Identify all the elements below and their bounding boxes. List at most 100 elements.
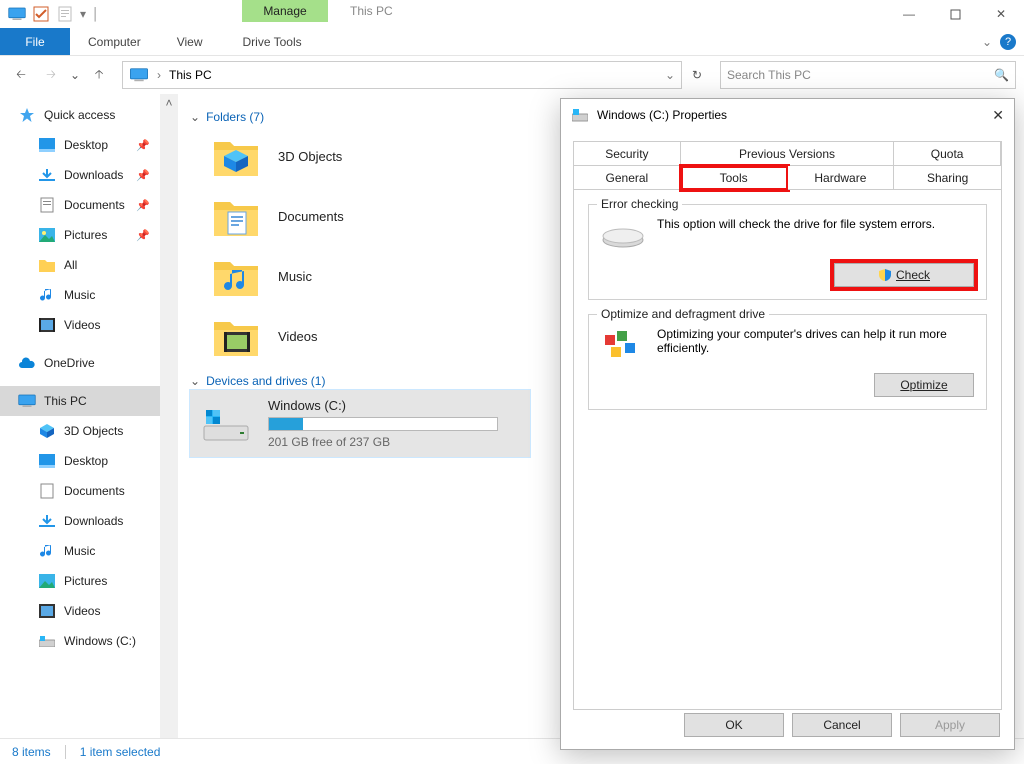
recent-locations-dropdown[interactable]: ⌄ <box>68 62 82 88</box>
scroll-up-icon[interactable]: ˄ <box>160 94 178 112</box>
pictures-icon <box>38 226 56 244</box>
checkbox-checked-icon[interactable] <box>32 5 50 23</box>
tab-security[interactable]: Security <box>574 142 681 166</box>
up-button[interactable]: 🡡 <box>86 62 112 88</box>
group-legend: Error checking <box>597 197 682 211</box>
ribbon-collapse-icon[interactable]: ⌄ <box>982 35 992 49</box>
group-legend: Optimize and defragment drive <box>597 307 769 321</box>
contextual-tab-manage[interactable]: Manage <box>242 0 328 22</box>
drive-item-windows-c[interactable]: Windows (C:) 201 GB free of 237 GB <box>190 390 530 457</box>
dialog-tabs: Security Previous Versions Quota General… <box>573 141 1002 190</box>
file-tab[interactable]: File <box>0 28 70 55</box>
tab-hardware[interactable]: Hardware <box>788 166 895 190</box>
close-button[interactable]: ✕ <box>978 0 1024 28</box>
maximize-button[interactable] <box>932 0 978 28</box>
sidebar-item-pictures[interactable]: Pictures 📌 <box>0 220 160 250</box>
sidebar-item-videos-pc[interactable]: Videos <box>0 596 160 626</box>
chevron-down-icon[interactable]: ⌄ <box>190 374 200 388</box>
desktop-icon <box>38 136 56 154</box>
pc-icon <box>129 68 149 82</box>
sidebar-item-desktop-pc[interactable]: Desktop <box>0 446 160 476</box>
pin-icon: 📌 <box>136 169 150 182</box>
cancel-button[interactable]: Cancel <box>792 713 892 737</box>
close-icon[interactable]: ✕ <box>992 107 1004 124</box>
status-count: 8 items <box>12 745 51 759</box>
sidebar-item-onedrive[interactable]: OneDrive <box>0 348 160 378</box>
address-bar[interactable]: › This PC ⌄ <box>122 61 682 89</box>
tab-quota[interactable]: Quota <box>894 142 1001 166</box>
button-label: Check <box>896 268 930 282</box>
tab-tools-pane: Error checking This option will check th… <box>573 190 1002 710</box>
sidebar-item-label: Videos <box>64 604 100 618</box>
sidebar-item-downloads[interactable]: Downloads📌 <box>0 160 160 190</box>
folder-document-icon <box>212 192 260 240</box>
sidebar-item-music[interactable]: Music <box>0 280 160 310</box>
sidebar-item-label: Desktop <box>64 138 108 152</box>
sidebar-item-label: Pictures <box>64 228 107 242</box>
minimize-button[interactable]: — <box>886 0 932 28</box>
sidebar-item-this-pc[interactable]: This PC <box>0 386 160 416</box>
sidebar-item-label: Downloads <box>64 514 123 528</box>
tab-previous-versions[interactable]: Previous Versions <box>681 142 895 166</box>
folder-video-icon <box>212 312 260 360</box>
sidebar-item-pictures-pc[interactable]: Pictures <box>0 566 160 596</box>
tab-tools[interactable]: Tools <box>681 166 788 190</box>
sidebar-item-documents[interactable]: Documents 📌 <box>0 190 160 220</box>
refresh-button[interactable]: ↻ <box>686 62 708 88</box>
sidebar-item-all[interactable]: All <box>0 250 160 280</box>
sidebar-item-3d-objects[interactable]: 3D Objects <box>0 416 160 446</box>
qat-dropdown-icon[interactable]: ▾ <box>80 7 86 21</box>
pin-icon: 📌 <box>136 229 150 242</box>
sidebar-item-label: OneDrive <box>44 356 95 370</box>
tab-drive-tools[interactable]: Drive Tools <box>224 28 319 55</box>
address-segment[interactable]: This PC <box>169 68 212 82</box>
ribbon: File Computer View Drive Tools ⌄ ? <box>0 28 1024 56</box>
drive-icon <box>38 632 56 650</box>
sidebar-item-quick-access[interactable]: Quick access <box>0 100 160 130</box>
group-text: Optimizing your computer's drives can he… <box>657 327 957 355</box>
optimize-button[interactable]: Optimize <box>874 373 974 397</box>
sidebar-item-label: Pictures <box>64 574 107 588</box>
tab-computer[interactable]: Computer <box>70 28 159 55</box>
forward-button[interactable]: 🡢 <box>38 62 64 88</box>
cube-icon <box>38 422 56 440</box>
chevron-right-icon[interactable]: › <box>157 68 161 82</box>
button-label: Cancel <box>823 718 860 732</box>
title-bar: ▾ │ Manage This PC — ✕ <box>0 0 1024 28</box>
sidebar-item-label: Documents <box>64 198 125 212</box>
search-icon[interactable]: 🔍 <box>994 68 1009 82</box>
check-button[interactable]: Check <box>834 263 974 287</box>
folder-cube-icon <box>212 132 260 180</box>
search-placeholder: Search This PC <box>727 68 811 82</box>
nav-scrollbar[interactable]: ˄ <box>160 94 178 738</box>
video-icon <box>38 316 56 334</box>
group-text: This option will check the drive for fil… <box>657 217 935 231</box>
sidebar-item-downloads-pc[interactable]: Downloads <box>0 506 160 536</box>
sidebar-item-desktop[interactable]: Desktop📌 <box>0 130 160 160</box>
navigation-row: 🡠 🡢 ⌄ 🡡 › This PC ⌄ ↻ Search This PC 🔍 <box>0 56 1024 94</box>
address-dropdown-icon[interactable]: ⌄ <box>665 68 675 82</box>
sidebar-item-documents-pc[interactable]: Documents <box>0 476 160 506</box>
pin-icon: 📌 <box>136 199 150 212</box>
chevron-down-icon[interactable]: ⌄ <box>190 110 200 124</box>
sidebar-item-label: All <box>64 258 77 272</box>
help-icon[interactable]: ? <box>1000 34 1016 50</box>
dialog-title-bar[interactable]: Windows (C:) Properties ✕ <box>561 99 1014 131</box>
dialog-title: Windows (C:) Properties <box>597 108 727 122</box>
ok-button[interactable]: OK <box>684 713 784 737</box>
sidebar-item-label: Quick access <box>44 108 115 122</box>
tab-view[interactable]: View <box>159 28 221 55</box>
sidebar-item-music-pc[interactable]: Music <box>0 536 160 566</box>
star-icon <box>18 106 36 124</box>
apply-button[interactable]: Apply <box>900 713 1000 737</box>
sidebar-item-windows-c[interactable]: Windows (C:) <box>0 626 160 656</box>
properties-icon[interactable] <box>56 5 74 23</box>
sidebar-item-label: Desktop <box>64 454 108 468</box>
tab-sharing[interactable]: Sharing <box>894 166 1001 190</box>
button-label: OK <box>725 718 742 732</box>
tab-general[interactable]: General <box>574 166 681 190</box>
sidebar-item-videos[interactable]: Videos <box>0 310 160 340</box>
search-input[interactable]: Search This PC 🔍 <box>720 61 1016 89</box>
back-button[interactable]: 🡠 <box>8 62 34 88</box>
document-icon <box>38 482 56 500</box>
